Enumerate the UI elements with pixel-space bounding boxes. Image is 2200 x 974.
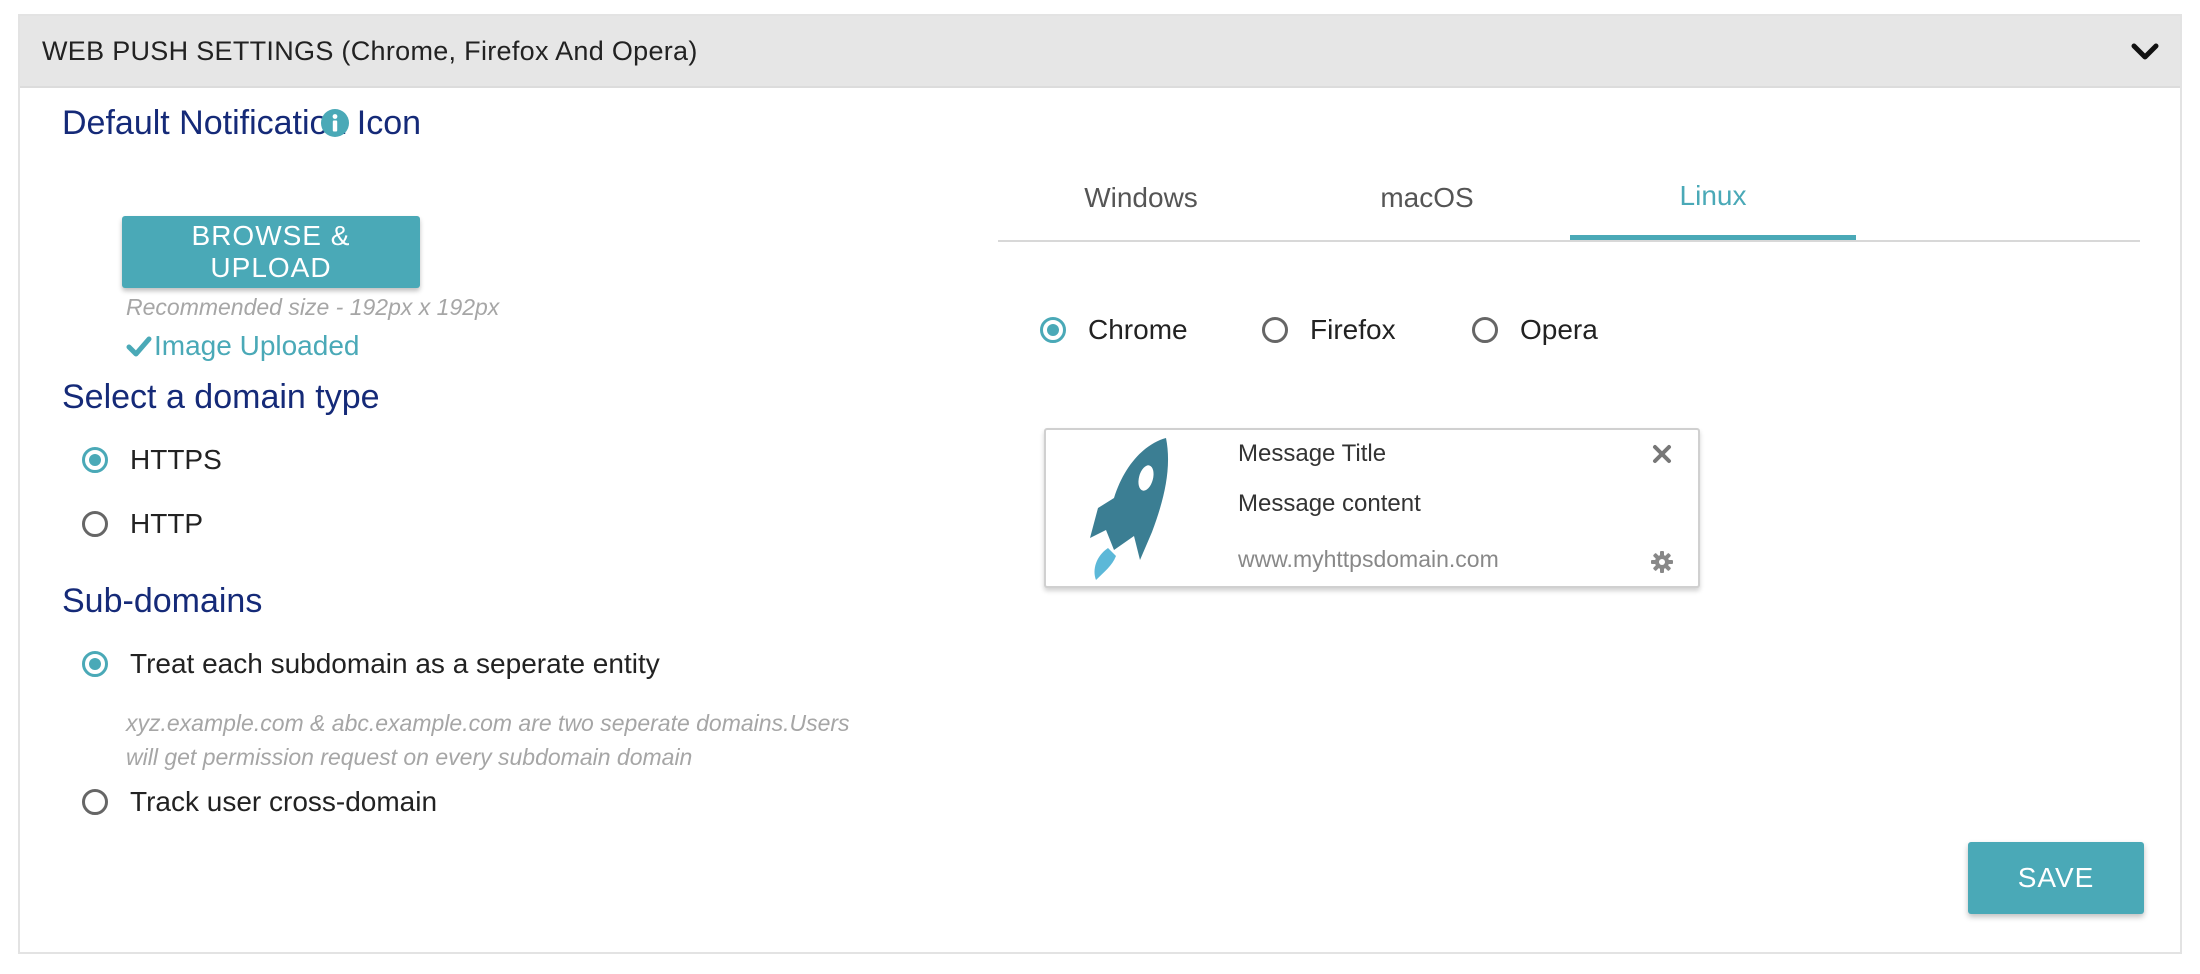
chevron-down-icon[interactable] [2130,40,2160,64]
radio-label: HTTPS [130,444,222,475]
tab-macos[interactable]: macOS [1284,156,1570,240]
save-button[interactable]: SAVE [1968,842,2144,914]
radio-button[interactable] [1040,317,1066,343]
notification-preview: Message Title Message content www.myhttp… [1044,428,1700,588]
rocket-icon [1090,438,1169,580]
radio-button[interactable] [82,511,108,537]
radio-chrome[interactable]: Chrome [1040,314,1188,346]
radio-label: Track user cross-domain [130,786,438,817]
radio-opera[interactable]: Opera [1472,314,1598,346]
radio-button[interactable] [82,447,108,473]
radio-separate-entity[interactable]: Treat each subdomain as a seperate entit… [82,648,660,680]
radio-label: Firefox [1310,314,1396,345]
notification-content: Message content [1238,490,1421,517]
browse-upload-button[interactable]: BROWSE & UPLOAD [122,216,420,288]
gear-icon[interactable] [1650,550,1674,574]
tab-windows[interactable]: Windows [998,156,1284,240]
notification-url: www.myhttpsdomain.com [1238,546,1499,572]
radio-label: Chrome [1088,314,1188,345]
subdomain-hint: xyz.example.com & abc.example.com are tw… [126,706,850,774]
close-icon[interactable] [1652,444,1672,464]
check-icon [126,336,152,357]
radio-button[interactable] [1472,317,1498,343]
radio-https[interactable]: HTTPS [82,444,222,476]
radio-button[interactable] [82,651,108,677]
os-tabs: Windows macOS Linux [998,156,2140,242]
notification-title: Message Title [1238,440,1387,467]
radio-cross-domain[interactable]: Track user cross-domain [82,786,437,818]
panel-title: WEB PUSH SETTINGS (Chrome, Firefox And O… [42,36,698,66]
upload-status-text: Image Uploaded [154,330,360,361]
domain-type-heading: Select a domain type [62,378,380,416]
recommended-size-hint: Recommended size - 192px x 192px [126,294,500,320]
web-push-settings-panel: WEB PUSH SETTINGS (Chrome, Firefox And O… [18,14,2182,954]
radio-label: HTTP [130,508,204,539]
radio-button[interactable] [1262,317,1288,343]
info-icon[interactable] [320,108,350,138]
radio-label: Opera [1520,314,1598,345]
tab-linux[interactable]: Linux [1570,156,1856,240]
upload-status: Image Uploaded [126,330,359,362]
panel-header[interactable]: WEB PUSH SETTINGS (Chrome, Firefox And O… [20,16,2180,88]
radio-label: Treat each subdomain as a seperate entit… [130,648,660,679]
subdomain-hint-line: will get permission request on every sub… [126,744,693,770]
radio-firefox[interactable]: Firefox [1262,314,1396,346]
subdomains-heading: Sub-domains [62,582,263,620]
notification-icon-heading: Default Notification Icon [62,104,422,142]
radio-http[interactable]: HTTP [82,508,203,540]
radio-button[interactable] [82,789,108,815]
subdomain-hint-line: xyz.example.com & abc.example.com are tw… [126,710,850,736]
